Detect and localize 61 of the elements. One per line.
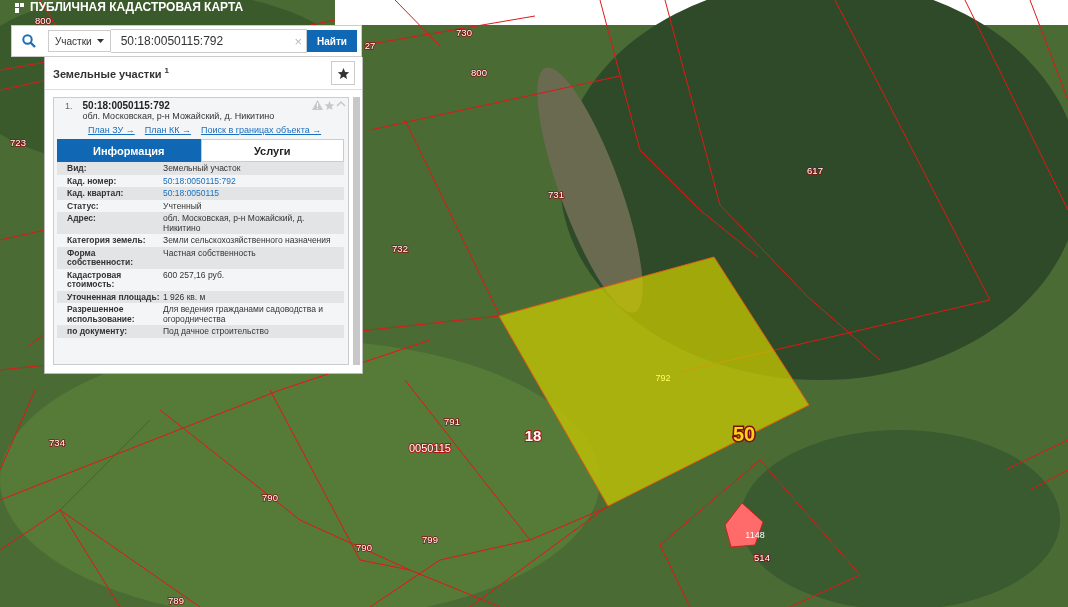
results-heading: Земельные участки $^{1}$ xyxy=(53,66,169,80)
map-logo-icon xyxy=(14,1,26,14)
field-label: Разрешенное использование: xyxy=(67,305,136,324)
field-value: 1 926 кв. м xyxy=(163,292,207,302)
search-field[interactable]: 50:18:0050115:792 × xyxy=(110,29,307,53)
field-value: Частная собственность xyxy=(163,248,257,260)
map-label: 789 xyxy=(168,594,184,606)
star-icon[interactable] xyxy=(324,100,335,111)
field-value: Земли сельскохозяйственного назначения xyxy=(163,236,332,246)
field-label: Форма собственности: xyxy=(67,248,135,268)
field-value: 600 257,16 руб. xyxy=(163,270,226,282)
result-link[interactable]: План КК → xyxy=(144,125,191,135)
map-label: 791 xyxy=(444,415,460,427)
map-label: 734 xyxy=(49,436,65,448)
info-tab[interactable]: Услуги xyxy=(200,139,344,162)
selected-parcel[interactable] xyxy=(498,256,810,507)
map-label: 792 xyxy=(655,373,671,384)
field-value[interactable]: 50:18:0050115 xyxy=(163,189,344,199)
field-label: Кад. квартал: xyxy=(67,189,125,199)
star-icon xyxy=(336,66,350,80)
field-label: Категория земель: xyxy=(67,236,147,246)
field-label: Вид: xyxy=(67,164,88,174)
field-label: по документу: xyxy=(67,327,129,337)
field-value: Под дачное строительство xyxy=(163,327,270,337)
result-link[interactable]: Поиск в границах объекта → xyxy=(200,125,322,135)
field-value: Для ведения гражданами садоводства и огородничества xyxy=(163,305,325,324)
field-label: Уточненная площадь: xyxy=(67,292,161,302)
map-label: 731 xyxy=(548,188,564,200)
field-label: Кадастровая стоимость: xyxy=(67,270,123,290)
result-link[interactable]: План ЗУ → xyxy=(88,125,135,135)
map-label: 514 xyxy=(754,551,770,563)
map-label: 723 xyxy=(10,136,26,148)
field-value[interactable]: 50:18:0050115:792 xyxy=(163,176,344,186)
info-tab[interactable]: Информация xyxy=(57,139,201,162)
result-number: 1. xyxy=(65,100,73,113)
field-label: Кад. номер: xyxy=(67,176,118,186)
field-value: Учтенный xyxy=(163,201,203,211)
field-label: Адрес: xyxy=(67,214,97,225)
favorites-button[interactable] xyxy=(331,61,355,85)
find-button[interactable]: Найти xyxy=(307,30,357,52)
map-label: 732 xyxy=(392,242,408,254)
search-value: 50:18:0050115:792 xyxy=(120,34,224,48)
map-label: 799 xyxy=(422,533,438,545)
cadastral-number[interactable]: 50:18:0050115:792 xyxy=(82,100,302,111)
building-outline[interactable] xyxy=(724,502,764,548)
map-label: 800 xyxy=(471,66,487,78)
result-address: обл. Московская, р-н Можайский, д. Никитино xyxy=(82,111,276,121)
field-value: обл. Московская, р-н Можайский, д. Никитино xyxy=(163,214,306,233)
map-label: 790 xyxy=(262,491,278,503)
scrollbar[interactable] xyxy=(353,97,360,365)
field-label: Статус: xyxy=(67,201,100,211)
caret-icon xyxy=(96,39,104,43)
category-dropdown[interactable]: Участки xyxy=(48,30,111,52)
map-label: 730 xyxy=(456,26,472,38)
map-label: 800 xyxy=(35,14,51,26)
search-icon[interactable] xyxy=(22,34,36,48)
map-label: 0050115 xyxy=(409,441,451,454)
app-title: ПУБЛИЧНАЯ КАДАСТРОВАЯ КАРТА xyxy=(30,1,244,14)
map-label: 18 xyxy=(524,426,542,444)
map-label: 617 xyxy=(807,164,823,176)
field-value: Земельный участок xyxy=(163,164,242,174)
